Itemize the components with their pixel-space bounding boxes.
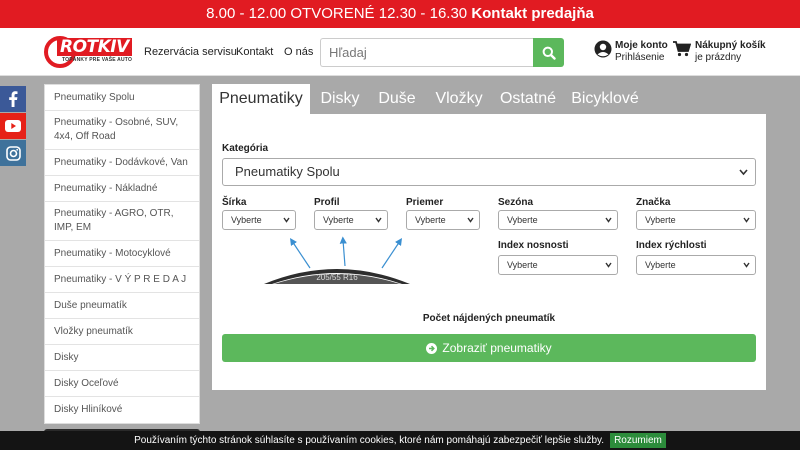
show-tires-button[interactable]: Zobraziť pneumatiky [222, 334, 756, 362]
tire-size-diagram: 205/55 R16 [264, 236, 410, 284]
cart-status: je prázdny [695, 52, 742, 63]
profile-label: Profil [314, 197, 340, 208]
brand-select[interactable]: Vyberte [636, 210, 756, 230]
nav-contact[interactable]: Kontakt [236, 46, 273, 58]
chevron-down-icon [743, 262, 750, 268]
announcement-bar: 8.00 - 12.00 OTVORENÉ 12.30 - 16.30 Kont… [0, 0, 800, 28]
show-tires-label: Zobraziť pneumatiky [442, 341, 552, 355]
cookie-text: Používaním týchto stránok súhlasíte s po… [134, 435, 605, 446]
nav-about[interactable]: O nás [284, 46, 313, 58]
account-login: Prihlásenie [615, 52, 665, 63]
sidebar-item-tires-agro[interactable]: Pneumatiky - AGRO, OTR, IMP, EM [45, 202, 199, 241]
cookie-accept-button[interactable]: Rozumiem [610, 433, 666, 448]
sidebar-item-tires-car[interactable]: Pneumatiky - Osobné, SUV, 4x4, Off Road [45, 111, 199, 150]
chevron-down-icon [743, 217, 750, 223]
season-select-value: Vyberte [507, 215, 538, 225]
facebook-icon [9, 91, 18, 107]
brand-select-value: Vyberte [645, 215, 676, 225]
facebook-button[interactable] [0, 86, 26, 112]
sidebar-item-tire-flaps[interactable]: Vložky pneumatík [45, 319, 199, 345]
sidebar-item-tires-sale[interactable]: Pneumatiky - V Ý P R E D A J [45, 267, 199, 293]
chevron-down-icon [605, 217, 612, 223]
user-icon [594, 40, 612, 58]
search-input[interactable] [320, 38, 534, 67]
load-index-select[interactable]: Vyberte [498, 255, 618, 275]
width-label: Šírka [222, 197, 247, 208]
chevron-down-icon [283, 217, 290, 223]
youtube-icon [5, 120, 21, 132]
chevron-down-icon [375, 217, 382, 223]
tab-tires[interactable]: Pneumatiky [212, 84, 310, 114]
search-button[interactable] [533, 38, 564, 67]
tire-size-text: 205/55 R16 [316, 273, 358, 282]
load-index-select-value: Vyberte [507, 260, 538, 270]
instagram-icon [5, 145, 21, 161]
youtube-button[interactable] [0, 113, 26, 139]
cart-title: Nákupný košík [695, 40, 766, 51]
category-label: Kategória [222, 143, 269, 154]
profile-select[interactable]: Vyberte [314, 210, 388, 230]
profile-arrow-icon [339, 236, 347, 267]
chevron-down-icon [739, 169, 748, 176]
tab-tubes[interactable]: Duše [372, 84, 422, 114]
chevron-down-icon [605, 262, 612, 268]
instagram-button[interactable] [0, 140, 26, 166]
logo[interactable]: ROTKIV TOPÁNKY PRE VAŠE AUTO [44, 36, 132, 68]
category-select[interactable]: Pneumatiky Spolu [222, 158, 756, 186]
arrow-circle-right-icon [426, 342, 438, 354]
tab-rims[interactable]: Disky [312, 84, 368, 114]
sidebar-item-tires-truck[interactable]: Pneumatiky - Nákladné [45, 176, 199, 202]
nav-service-booking[interactable]: Rezervácia servisu [144, 46, 237, 58]
sidebar-item-inner-tubes[interactable]: Duše pneumatík [45, 293, 199, 319]
opening-hours: 8.00 - 12.00 OTVORENÉ 12.30 - 16.30 [206, 5, 468, 22]
site-header: ROTKIV TOPÁNKY PRE VAŠE AUTO Rezervácia … [0, 28, 800, 76]
sidebar-item-rims-steel[interactable]: Disky Oceľové [45, 371, 199, 397]
account-title: Moje konto [615, 40, 668, 51]
sidebar-item-tires-van[interactable]: Pneumatiky - Dodávkové, Van [45, 150, 199, 176]
speed-index-label: Index rýchlosti [636, 240, 707, 251]
tab-other[interactable]: Ostatné [496, 84, 560, 114]
sidebar-item-tires-moto[interactable]: Pneumatiky - Motocyklové [45, 241, 199, 267]
results-count: Počet nájdených pneumatík [422, 313, 556, 324]
sidebar-item-rims[interactable]: Disky [45, 345, 199, 371]
load-index-label: Index nosnosti [498, 240, 569, 251]
search-icon [542, 46, 556, 60]
diameter-select[interactable]: Vyberte [406, 210, 480, 230]
brand-label: Značka [636, 197, 671, 208]
tab-flaps[interactable]: Vložky [430, 84, 488, 114]
sidebar-item-rims-alloy[interactable]: Disky Hliníkové [45, 397, 199, 423]
diameter-select-value: Vyberte [415, 215, 446, 225]
diameter-label: Priemer [406, 197, 444, 208]
season-label: Sezóna [498, 197, 534, 208]
category-sidebar: Pneumatiky Spolu Pneumatiky - Osobné, SU… [44, 84, 200, 424]
tire-filter-panel: Kategória Pneumatiky Spolu Šírka Vyberte… [212, 114, 766, 390]
contact-link[interactable]: Kontakt predajňa [471, 5, 594, 22]
profile-select-value: Vyberte [323, 215, 354, 225]
logo-tagline: TOPÁNKY PRE VAŠE AUTO [62, 57, 133, 63]
sidebar-item-tires-all[interactable]: Pneumatiky Spolu [45, 85, 199, 111]
category-select-value: Pneumatiky Spolu [235, 164, 340, 179]
speed-index-select-value: Vyberte [645, 260, 676, 270]
width-select[interactable]: Vyberte [222, 210, 296, 230]
logo-text: ROTKIV [57, 38, 132, 56]
season-select[interactable]: Vyberte [498, 210, 618, 230]
chevron-down-icon [467, 217, 474, 223]
tab-bicycle[interactable]: Bicyklové [568, 84, 642, 114]
width-select-value: Vyberte [231, 215, 262, 225]
cookie-bar: Používaním týchto stránok súhlasíte s po… [0, 431, 800, 450]
diameter-arrow-icon [381, 238, 402, 269]
speed-index-select[interactable]: Vyberte [636, 255, 756, 275]
width-arrow-icon [290, 238, 311, 269]
cart-icon [673, 41, 691, 57]
